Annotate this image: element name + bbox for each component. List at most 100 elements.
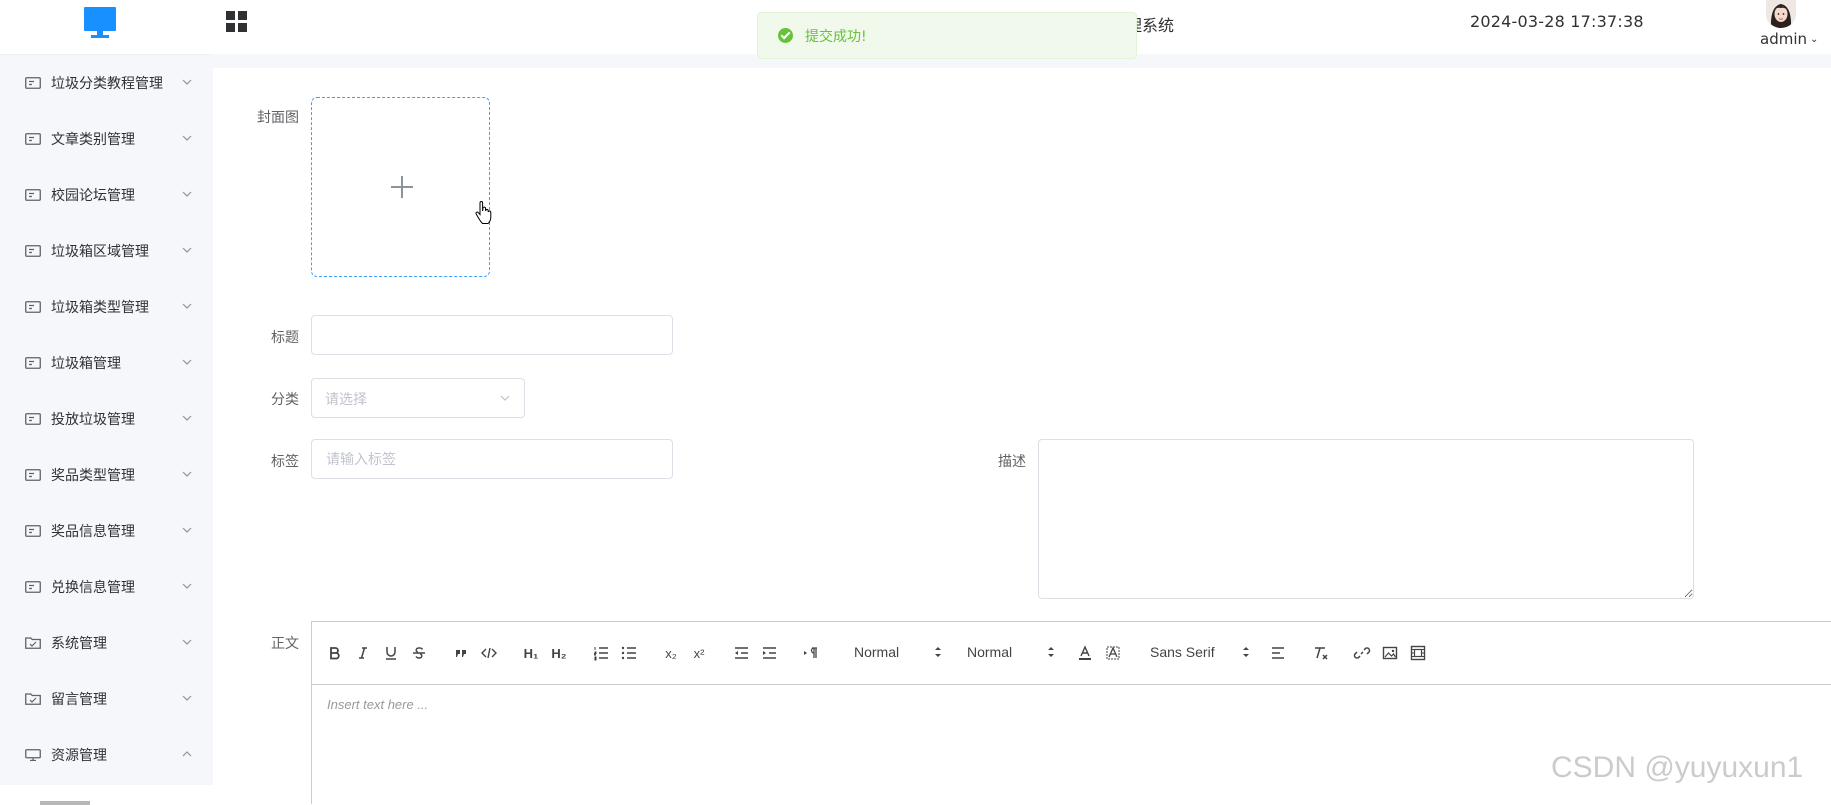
underline-icon[interactable]: [382, 644, 400, 662]
strikethrough-icon[interactable]: [410, 644, 428, 662]
description-textarea[interactable]: [1038, 439, 1694, 599]
sidebar-menu: 垃圾分类教程管理 文章类别管理 校园论坛管理 垃圾箱区域管理垃圾箱类型管理 垃圾箱管理投…: [0, 54, 213, 805]
apps-grid-icon[interactable]: [225, 10, 249, 34]
sidebar-item-label: 投放垃圾管理: [51, 412, 135, 428]
image-icon[interactable]: [1381, 644, 1399, 662]
bullet-list-icon[interactable]: [620, 644, 638, 662]
folder-check-icon: [25, 693, 51, 705]
size-select-value: Normal: [854, 644, 900, 660]
avatar[interactable]: [1766, 0, 1796, 28]
header-select-value: Normal: [967, 644, 1013, 660]
chevron-down-icon: [182, 79, 192, 85]
italic-icon[interactable]: [354, 644, 372, 662]
select-arrows-icon: [1243, 647, 1249, 657]
sidebar-item[interactable]: 投放垃圾管理: [0, 391, 213, 447]
editor-content-area[interactable]: Insert text here ...: [312, 685, 1831, 724]
editor-toolbar: H₁ H₂ x₂ x² Normal Normal Sans Serif: [312, 622, 1831, 685]
align-icon[interactable]: [1269, 644, 1287, 662]
title-label: 标题: [271, 330, 299, 346]
current-datetime: 2024-03-28 17:37:38: [1470, 12, 1644, 31]
select-arrows-icon: [1048, 647, 1054, 657]
menu-card-icon: [25, 413, 51, 425]
category-placeholder: 请选择: [325, 392, 367, 408]
header-1-icon[interactable]: H₁: [522, 644, 540, 662]
description-label: 描述: [998, 454, 1026, 470]
sidebar-item[interactable]: 兑换信息管理: [0, 559, 213, 615]
sidebar-item-label: 兑换信息管理: [51, 580, 135, 596]
chevron-down-icon: [182, 583, 192, 589]
editor-placeholder: Insert text here ...: [327, 697, 429, 712]
sidebar-item[interactable]: 资源管理: [0, 727, 213, 783]
sidebar-item-label: 校园论坛管理: [51, 188, 135, 204]
sidebar-item-label: 系统管理: [51, 636, 107, 652]
tags-label: 标签: [271, 454, 299, 470]
chevron-down-icon: [182, 191, 192, 197]
background-color-icon[interactable]: [1104, 644, 1122, 662]
monitor-logo-icon[interactable]: [84, 7, 116, 39]
indent-icon[interactable]: [760, 644, 778, 662]
size-select[interactable]: Normal: [854, 644, 944, 662]
sidebar-item-label: 垃圾分类教程管理: [51, 76, 163, 92]
menu-card-icon: [25, 245, 51, 257]
chevron-down-icon: [182, 415, 192, 421]
user-menu[interactable]: admin ⌄: [1760, 30, 1818, 48]
chevron-down-icon: [182, 639, 192, 645]
sidebar-item-label: 奖品类型管理: [51, 468, 135, 484]
font-color-icon[interactable]: [1076, 644, 1094, 662]
header-2-icon[interactable]: H₂: [550, 644, 568, 662]
sidebar-item[interactable]: 校园论坛管理: [0, 167, 213, 223]
chevron-down-icon: [182, 359, 192, 365]
sidebar-item[interactable]: 垃圾箱管理: [0, 335, 213, 391]
menu-card-icon: [25, 525, 51, 537]
superscript-icon[interactable]: x²: [690, 644, 708, 662]
sidebar-item[interactable]: 文章类别管理: [0, 111, 213, 167]
title-input[interactable]: [311, 315, 673, 355]
outdent-icon[interactable]: [732, 644, 750, 662]
text-direction-icon[interactable]: [802, 644, 820, 662]
menu-card-icon: [25, 77, 51, 89]
plus-icon-vertical: [401, 176, 403, 198]
sidebar-item[interactable]: 垃圾箱类型管理: [0, 279, 213, 335]
blockquote-icon[interactable]: [452, 644, 470, 662]
chevron-down-icon: [500, 395, 510, 401]
folder-check-icon: [25, 637, 51, 649]
sidebar-item-label: 留言管理: [51, 692, 107, 708]
menu-card-icon: [25, 301, 51, 313]
sidebar-item[interactable]: 留言管理: [0, 671, 213, 727]
chevron-down-icon: [182, 247, 192, 253]
ordered-list-icon[interactable]: [592, 644, 610, 662]
success-check-icon: [778, 28, 793, 43]
sidebar-item[interactable]: 垃圾箱区域管理: [0, 223, 213, 279]
chevron-down-icon: ⌄: [1810, 34, 1819, 45]
chevron-down-icon: [182, 695, 192, 701]
sidebar-item[interactable]: 垃圾分类教程管理: [0, 55, 213, 111]
chevron-down-icon: [182, 303, 192, 309]
sidebar-item-label: 垃圾箱区域管理: [51, 244, 149, 260]
menu-card-icon: [25, 357, 51, 369]
cover-image-uploader[interactable]: [311, 97, 490, 277]
menu-card-icon: [25, 189, 51, 201]
submenu-item-partial[interactable]: [0, 785, 213, 805]
select-arrows-icon: [935, 647, 941, 657]
code-block-icon[interactable]: [480, 644, 498, 662]
sidebar-item[interactable]: 奖品信息管理: [0, 503, 213, 559]
video-icon[interactable]: [1409, 644, 1427, 662]
sidebar-item[interactable]: 系统管理: [0, 615, 213, 671]
category-select[interactable]: 请选择: [311, 378, 525, 418]
watermark: CSDN @yuyuxun1: [1551, 751, 1804, 784]
link-icon[interactable]: [1353, 644, 1371, 662]
chevron-down-icon: [182, 527, 192, 533]
bold-icon[interactable]: [326, 644, 344, 662]
sidebar-item-label: 文章类别管理: [51, 132, 135, 148]
tags-input[interactable]: [311, 439, 673, 479]
content-label: 正文: [271, 636, 299, 652]
header-select[interactable]: Normal: [967, 644, 1057, 662]
subscript-icon[interactable]: x₂: [662, 644, 680, 662]
monitor-icon: [25, 749, 51, 761]
sidebar-item[interactable]: 奖品类型管理: [0, 447, 213, 503]
avatar-image-icon: [1766, 0, 1796, 28]
font-select[interactable]: Sans Serif: [1150, 644, 1250, 662]
user-name: admin: [1760, 30, 1807, 48]
chevron-down-icon: [182, 135, 192, 141]
clear-format-icon[interactable]: [1311, 644, 1329, 662]
